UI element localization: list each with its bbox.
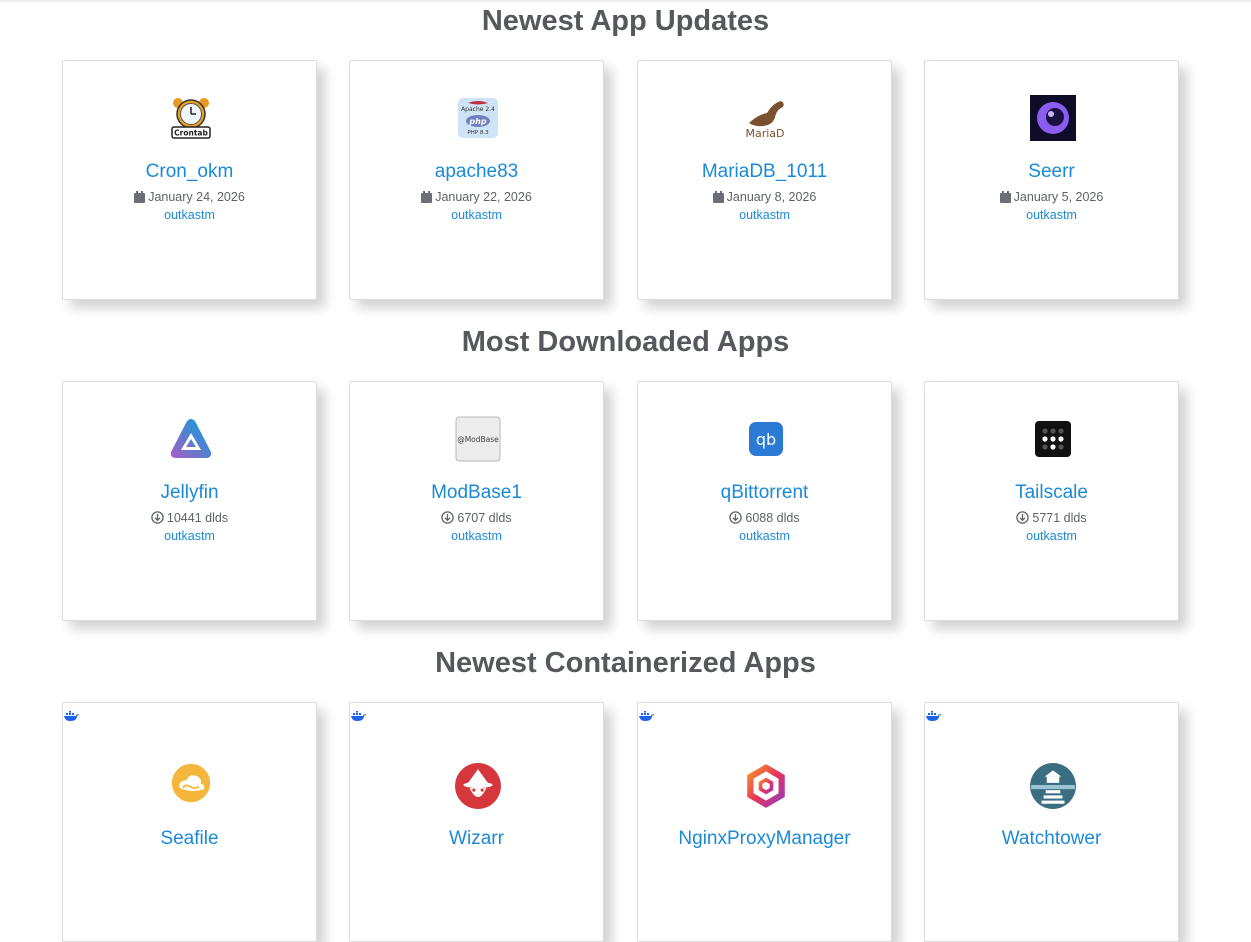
calendar-icon xyxy=(712,191,724,203)
download-circle-icon xyxy=(151,511,164,524)
app-name[interactable]: Watchtower xyxy=(925,828,1178,850)
author-link[interactable]: outkastm xyxy=(63,207,316,223)
calendar-icon xyxy=(134,191,146,203)
calendar-icon xyxy=(999,191,1011,203)
section-title-newest-containerized: Newest Containerized Apps xyxy=(435,647,816,679)
app-name[interactable]: MariaDB_1011 xyxy=(638,161,891,183)
app-card[interactable]: @ModBase ModBase1 6707 dlds outkastm xyxy=(349,381,604,621)
download-circle-icon xyxy=(729,511,743,524)
seerr-eye-icon xyxy=(1030,95,1076,141)
update-date-text: January 24, 2026 xyxy=(148,190,245,204)
download-circle-icon xyxy=(1016,511,1030,524)
svg-text:Apache 2.4: Apache 2.4 xyxy=(461,106,495,113)
jellyfin-triangle-icon xyxy=(170,419,212,458)
svg-text:@ModBase: @ModBase xyxy=(457,435,499,444)
svg-text:PHP 8.3: PHP 8.3 xyxy=(467,130,489,136)
download-count: 6707 dlds xyxy=(350,510,603,526)
app-card[interactable]: Wizarr xyxy=(349,702,604,942)
calendar-icon xyxy=(421,191,433,203)
docker-whale-icon xyxy=(351,711,366,721)
svg-text:Crontab: Crontab xyxy=(174,129,208,138)
download-count: 6088 dlds xyxy=(638,510,891,526)
app-card[interactable]: Apache 2.4 php PHP 8.3 apache83 January … xyxy=(349,60,604,300)
svg-text:MariaD: MariaD xyxy=(745,127,784,140)
app-name[interactable]: Seerr xyxy=(925,161,1178,183)
svg-text:php: php xyxy=(468,117,486,126)
docker-whale-icon xyxy=(639,711,654,721)
author-link[interactable]: outkastm xyxy=(925,528,1178,544)
app-name[interactable]: Jellyfin xyxy=(63,482,316,504)
app-name[interactable]: Tailscale xyxy=(925,482,1178,504)
wizard-icon xyxy=(455,763,501,809)
download-count-text: 6707 dlds xyxy=(457,511,512,525)
author-link[interactable]: outkastm xyxy=(350,207,603,223)
app-card[interactable]: qb qBittorrent 6088 dlds outkastm xyxy=(637,381,892,621)
update-date-text: January 5, 2026 xyxy=(1013,190,1104,204)
app-card[interactable]: Seafile xyxy=(62,702,317,942)
app-name[interactable]: Wizarr xyxy=(350,828,603,850)
app-name[interactable]: ModBase1 xyxy=(350,482,603,504)
download-count: 10441 dlds xyxy=(63,510,316,526)
update-date: January 5, 2026 xyxy=(925,189,1178,205)
download-count-text: 10441 dlds xyxy=(166,511,229,525)
docker-whale-icon xyxy=(926,711,941,721)
author-link[interactable]: outkastm xyxy=(638,528,891,544)
app-card[interactable]: Seerr January 5, 2026 outkastm xyxy=(924,60,1179,300)
download-circle-icon xyxy=(441,511,455,524)
watchtower-icon xyxy=(1030,763,1076,809)
docker-whale-icon xyxy=(64,711,79,721)
modbase-icon: @ModBase xyxy=(455,416,501,462)
app-card[interactable]: Watchtower xyxy=(924,702,1179,942)
app-name[interactable]: Seafile xyxy=(63,828,316,850)
nginx-hexagon-icon xyxy=(747,764,785,808)
update-date: January 8, 2026 xyxy=(638,189,891,205)
app-card[interactable]: Jellyfin 10441 dlds outkastm xyxy=(62,381,317,621)
app-card[interactable]: Crontab Cron_okm January 24, 2026 outkas… xyxy=(62,60,317,300)
download-count-text: 6088 dlds xyxy=(745,511,800,525)
app-card[interactable]: NginxProxyManager xyxy=(637,702,892,942)
update-date-text: January 8, 2026 xyxy=(726,190,817,204)
qbittorrent-icon: qb xyxy=(749,422,783,456)
seafile-cloud-icon xyxy=(171,763,211,803)
download-count: 5771 dlds xyxy=(925,510,1178,526)
app-card[interactable]: MariaD MariaDB_1011 January 8, 2026 outk… xyxy=(637,60,892,300)
svg-text:qb: qb xyxy=(756,430,776,449)
update-date-text: January 22, 2026 xyxy=(435,190,532,204)
author-link[interactable]: outkastm xyxy=(638,207,891,223)
alarm-clock-crontab-icon: Crontab xyxy=(171,98,211,139)
app-card[interactable]: Tailscale 5771 dlds outkastm xyxy=(924,381,1179,621)
mariadb-seal-icon: MariaD xyxy=(745,101,785,140)
section-title-newest-updates: Newest App Updates xyxy=(481,5,770,37)
app-name[interactable]: qBittorrent xyxy=(638,482,891,504)
author-link[interactable]: outkastm xyxy=(63,528,316,544)
tailscale-dots-icon xyxy=(1035,421,1071,457)
app-name[interactable]: apache83 xyxy=(350,161,603,183)
update-date: January 24, 2026 xyxy=(63,189,316,205)
download-count-text: 5771 dlds xyxy=(1032,511,1087,525)
author-link[interactable]: outkastm xyxy=(350,528,603,544)
app-name[interactable]: NginxProxyManager xyxy=(638,828,891,850)
author-link[interactable]: outkastm xyxy=(925,207,1178,223)
update-date: January 22, 2026 xyxy=(350,189,603,205)
app-name[interactable]: Cron_okm xyxy=(63,161,316,183)
section-title-most-downloaded: Most Downloaded Apps xyxy=(461,326,790,358)
apache-php-icon: Apache 2.4 php PHP 8.3 xyxy=(458,98,498,138)
